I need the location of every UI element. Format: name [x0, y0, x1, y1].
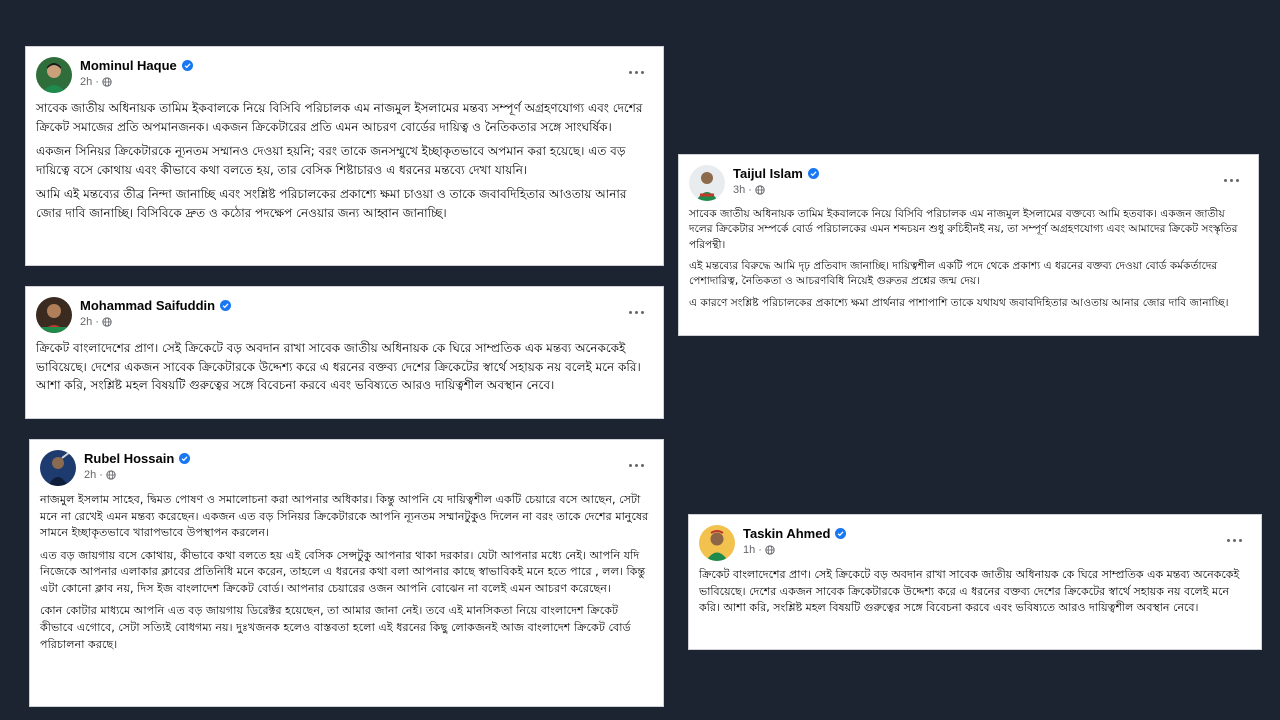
post-paragraph: নাজমুল ইসলাম সাহেব, দ্বিমত পোষণ ও সমালোচ…	[40, 493, 649, 540]
post-paragraph: সাবেক জাতীয় অধিনায়ক তামিম ইকবালকে নিয়…	[36, 101, 643, 134]
post-taskin-ahmed: Taskin Ahmed 1h · ক্রিকেট বাংলাদেশের প্র…	[689, 515, 1261, 649]
separator-dot: ·	[95, 316, 99, 328]
more-options-icon[interactable]	[625, 456, 649, 474]
more-options-icon[interactable]	[1223, 531, 1247, 549]
post-time[interactable]: 1h	[743, 544, 755, 556]
separator-dot: ·	[748, 184, 752, 196]
post-time[interactable]: 2h	[80, 316, 92, 328]
post-paragraph: আমি এই মন্তব্যের তীব্র নিন্দা জানাচ্ছি এ…	[36, 187, 627, 220]
post-meta: 3h ·	[733, 184, 765, 196]
globe-icon	[755, 185, 765, 195]
post-paragraph: এ কারণে সংশ্লিষ্ট পরিচালকের প্রকাশ্যে ক্…	[689, 296, 1229, 309]
post-meta: 2h ·	[84, 469, 116, 481]
author-name[interactable]: Rubel Hossain	[84, 451, 174, 466]
verified-badge-icon	[220, 300, 232, 311]
post-mohammad-saifuddin: Mohammad Saifuddin 2h · ক্রিকেট বাংলাদেশ…	[26, 287, 663, 418]
post-meta: 2h ·	[80, 316, 112, 328]
more-options-icon[interactable]	[625, 303, 649, 321]
author-name[interactable]: Taskin Ahmed	[743, 526, 830, 541]
post-header: Mohammad Saifuddin 2h ·	[36, 295, 651, 335]
separator-dot: ·	[99, 469, 103, 481]
post-mominul-haque: Mominul Haque 2h · সাবেক জাতীয় অধিনায়ক…	[26, 47, 663, 265]
post-paragraph: এই মন্তব্যের বিরুদ্ধে আমি দৃঢ় প্রতিবাদ …	[689, 260, 1218, 288]
verified-badge-icon	[181, 60, 193, 71]
avatar[interactable]	[699, 525, 735, 561]
verified-badge-icon	[835, 528, 847, 539]
avatar[interactable]	[689, 165, 725, 201]
separator-dot: ·	[758, 544, 762, 556]
avatar[interactable]	[40, 450, 76, 486]
post-header: Mominul Haque 2h ·	[36, 55, 651, 95]
post-taijul-islam: Taijul Islam 3h · সাবেক জাতীয় অধিনায়ক …	[679, 155, 1258, 335]
more-options-icon[interactable]	[625, 63, 649, 81]
post-rubel-hossain: Rubel Hossain 2h · নাজমুল ইসলাম সাহেব, দ…	[30, 440, 663, 706]
more-options-icon[interactable]	[1220, 171, 1244, 189]
avatar[interactable]	[36, 57, 72, 93]
post-time[interactable]: 2h	[84, 469, 96, 481]
globe-icon	[102, 77, 112, 87]
post-paragraph: এত বড় জায়গায় বসে কোথায়, কীভাবে কথা ব…	[40, 548, 646, 595]
verified-badge-icon	[179, 453, 191, 464]
post-header: Taskin Ahmed 1h ·	[699, 523, 1249, 563]
globe-icon	[765, 545, 775, 555]
avatar[interactable]	[36, 297, 72, 333]
post-time[interactable]: 2h	[80, 76, 92, 88]
globe-icon	[106, 470, 116, 480]
post-header: Taijul Islam 3h ·	[689, 163, 1246, 203]
verified-badge-icon	[807, 168, 819, 179]
post-paragraph: একজন সিনিয়র ক্রিকেটারকে ন্যূনতম সম্মানও…	[36, 144, 626, 177]
author-name[interactable]: Mominul Haque	[80, 58, 177, 73]
post-meta: 1h ·	[743, 544, 775, 556]
separator-dot: ·	[95, 76, 99, 88]
author-name[interactable]: Taijul Islam	[733, 166, 803, 181]
post-paragraph: ক্রিকেট বাংলাদেশের প্রাণ। সেই ক্রিকেটে ব…	[699, 568, 1240, 614]
post-time[interactable]: 3h	[733, 184, 745, 196]
post-meta: 2h ·	[80, 76, 112, 88]
globe-icon	[102, 317, 112, 327]
post-header: Rubel Hossain 2h ·	[40, 448, 651, 488]
author-name[interactable]: Mohammad Saifuddin	[80, 298, 215, 313]
post-paragraph: সাবেক জাতীয় অধিনায়ক তামিম ইকবালকে নিয়…	[689, 208, 1238, 251]
post-paragraph: কোন কোটার মাধ্যমে আপনি এত বড় জায়গায় ড…	[40, 604, 631, 651]
post-paragraph: ক্রিকেট বাংলাদেশের প্রাণ। সেই ক্রিকেটে ব…	[36, 341, 641, 393]
